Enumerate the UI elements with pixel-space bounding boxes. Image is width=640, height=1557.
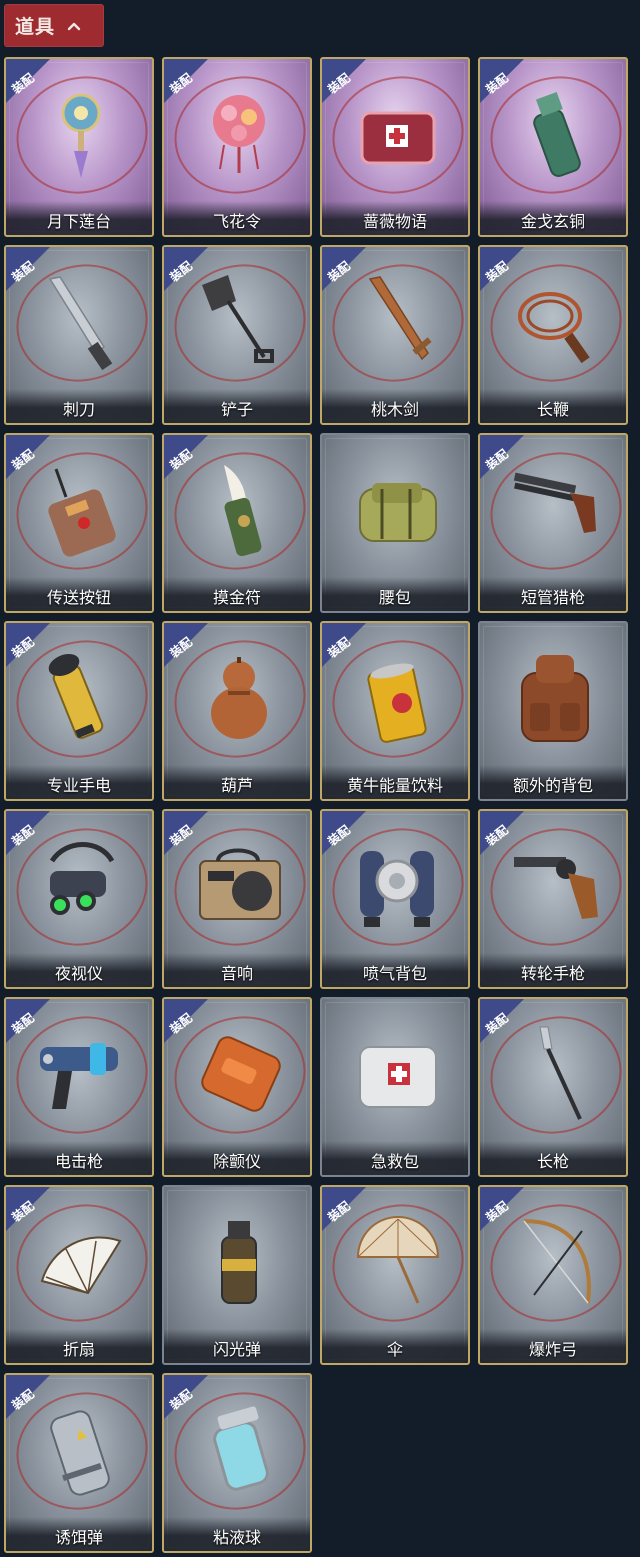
item-card[interactable]: 装配 折扇	[4, 1185, 154, 1365]
item-card[interactable]: 额外的背包	[478, 621, 628, 801]
item-name: 急救包	[322, 1141, 468, 1175]
item-name: 诱饵弹	[6, 1517, 152, 1551]
item-card[interactable]: 装配 电击枪	[4, 997, 154, 1177]
item-card[interactable]: 装配 蔷薇物语	[320, 57, 470, 237]
item-card[interactable]: 装配 葫芦	[162, 621, 312, 801]
item-name: 长鞭	[480, 389, 626, 423]
item-name: 铲子	[164, 389, 310, 423]
item-name: 短管猎枪	[480, 577, 626, 611]
item-name: 黄牛能量饮料	[322, 765, 468, 799]
item-name: 电击枪	[6, 1141, 152, 1175]
item-name: 腰包	[322, 577, 468, 611]
flashbang-icon	[194, 1211, 284, 1311]
item-name: 音响	[164, 953, 310, 987]
item-card[interactable]: 装配 金戈玄铜	[478, 57, 628, 237]
item-name: 闪光弹	[164, 1329, 310, 1363]
item-card[interactable]: 装配 长鞭	[478, 245, 628, 425]
item-card[interactable]: 装配 专业手电	[4, 621, 154, 801]
item-name: 爆炸弓	[480, 1329, 626, 1363]
item-name: 葫芦	[164, 765, 310, 799]
item-card[interactable]: 腰包	[320, 433, 470, 613]
item-card[interactable]: 急救包	[320, 997, 470, 1177]
item-name: 传送按钮	[6, 577, 152, 611]
item-card[interactable]: 装配 除颤仪	[162, 997, 312, 1177]
waist-bag-icon	[352, 459, 442, 559]
item-card[interactable]: 装配 飞花令	[162, 57, 312, 237]
item-card[interactable]: 装配 音响	[162, 809, 312, 989]
item-card[interactable]: 装配伞	[320, 1185, 470, 1365]
item-card[interactable]: 装配 刺刀	[4, 245, 154, 425]
item-card[interactable]: 装配 黄牛能量饮料	[320, 621, 470, 801]
item-name: 额外的背包	[480, 765, 626, 799]
item-card[interactable]: 装配 转轮手枪	[478, 809, 628, 989]
item-name: 转轮手枪	[480, 953, 626, 987]
item-name: 金戈玄铜	[480, 201, 626, 235]
item-name: 蔷薇物语	[322, 201, 468, 235]
item-name: 长枪	[480, 1141, 626, 1175]
item-card[interactable]: 装配 夜视仪	[4, 809, 154, 989]
item-name: 摸金符	[164, 577, 310, 611]
item-name: 月下莲台	[6, 201, 152, 235]
item-card[interactable]: 闪光弹	[162, 1185, 312, 1365]
item-card[interactable]: 装配 月下莲台	[4, 57, 154, 237]
category-tab-label: 道具	[15, 16, 56, 38]
item-card[interactable]: 装配 铲子	[162, 245, 312, 425]
item-name: 折扇	[6, 1329, 152, 1363]
item-name: 刺刀	[6, 389, 152, 423]
item-name: 飞花令	[164, 201, 310, 235]
item-card[interactable]: 装配 喷气背包	[320, 809, 470, 989]
item-card[interactable]: 装配 摸金符	[162, 433, 312, 613]
item-card[interactable]: 装配 长枪	[478, 997, 628, 1177]
item-name: 伞	[322, 1329, 468, 1363]
item-card[interactable]: 装配 粘液球	[162, 1373, 312, 1553]
item-card[interactable]: 装配 爆炸弓	[478, 1185, 628, 1365]
category-tab-props[interactable]: 道具	[4, 4, 104, 47]
item-card[interactable]: 装配 传送按钮	[4, 433, 154, 613]
item-card[interactable]: 装配 诱饵弹	[4, 1373, 154, 1553]
item-name: 桃木剑	[322, 389, 468, 423]
first-aid-kit-icon	[352, 1023, 442, 1123]
item-name: 粘液球	[164, 1517, 310, 1551]
item-card[interactable]: 装配 短管猎枪	[478, 433, 628, 613]
backpack-icon	[510, 647, 600, 747]
item-name: 专业手电	[6, 765, 152, 799]
item-name: 除颤仪	[164, 1141, 310, 1175]
item-card[interactable]: 装配 桃木剑	[320, 245, 470, 425]
chevron-up-icon	[67, 22, 81, 30]
item-name: 夜视仪	[6, 953, 152, 987]
item-name: 喷气背包	[322, 953, 468, 987]
